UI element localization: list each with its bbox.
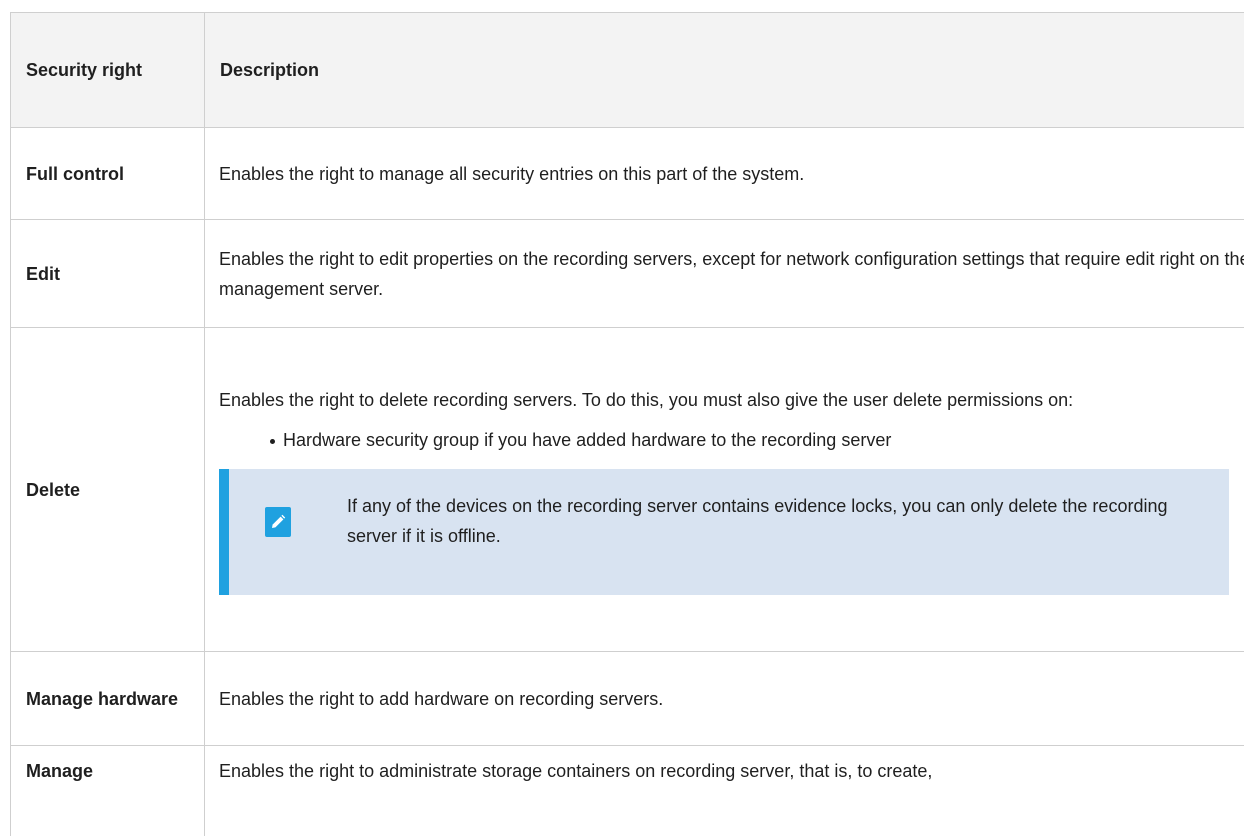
list-item: Hardware security group if you have adde… <box>270 425 1244 455</box>
note-text: If any of the devices on the recording s… <box>347 495 1168 546</box>
right-name: Full control <box>10 127 205 220</box>
right-name: Manage <box>10 745 205 836</box>
right-description-cell: Enables the right to delete recording se… <box>204 327 1244 652</box>
permission-list: Hardware security group if you have adde… <box>219 425 1244 455</box>
right-name: Manage hardware <box>10 651 205 746</box>
right-description: Enables the right to administrate storag… <box>204 745 1244 836</box>
right-description: Enables the right to edit properties on … <box>204 219 1244 328</box>
right-description: Enables the right to add hardware on rec… <box>204 651 1244 746</box>
header-description: Description <box>204 12 1244 128</box>
right-name: Delete <box>10 327 205 652</box>
table-row: Full control Enables the right to manage… <box>10 127 1244 220</box>
pencil-icon <box>265 506 291 537</box>
right-description: Enables the right to manage all security… <box>204 127 1244 220</box>
right-name: Edit <box>10 219 205 328</box>
page: Security right Description Full control … <box>0 0 1244 836</box>
table-row: Manage Enables the right to administrate… <box>10 745 1244 836</box>
table-row: Delete Enables the right to delete recor… <box>10 327 1244 652</box>
table-header-row: Security right Description <box>10 12 1244 128</box>
right-description: Enables the right to delete recording se… <box>219 389 1074 410</box>
table-row: Manage hardware Enables the right to add… <box>10 651 1244 746</box>
security-rights-table: Security right Description Full control … <box>10 12 1244 836</box>
note-callout: If any of the devices on the recording s… <box>219 468 1229 595</box>
table-row: Edit Enables the right to edit propertie… <box>10 219 1244 328</box>
header-security-right: Security right <box>10 12 205 128</box>
